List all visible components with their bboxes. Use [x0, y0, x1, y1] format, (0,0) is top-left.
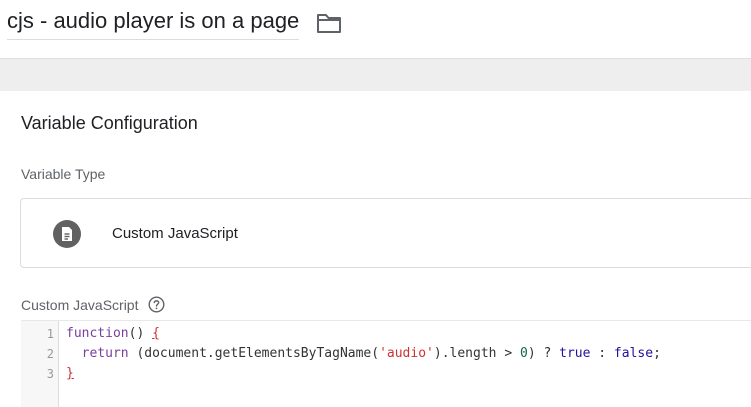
title-wrap: cjs - audio player is on a page	[7, 5, 342, 41]
code-token: {	[152, 326, 160, 341]
custom-javascript-label-text: Custom JavaScript	[21, 296, 139, 313]
code-line: function() {	[66, 324, 160, 344]
line-number-gutter: 1 2 3	[21, 321, 59, 407]
variable-type-label: Variable Type	[21, 166, 106, 182]
code-token: 0	[519, 346, 528, 361]
folder-icon[interactable]	[316, 12, 342, 34]
code-token: )	[527, 346, 544, 361]
variable-type-name: Custom JavaScript	[112, 225, 238, 242]
code-token: (document.getElementsByTagName(	[128, 346, 380, 361]
code-token: false	[613, 346, 654, 361]
header: cjs - audio player is on a page	[0, 0, 751, 58]
line-number: 3	[46, 367, 54, 381]
code-token: ()	[128, 326, 153, 341]
code-token: >	[504, 346, 513, 361]
code-editor[interactable]: 1 2 3 function() { return (document.getEle…	[21, 320, 751, 407]
custom-javascript-label: Custom JavaScript	[21, 296, 165, 313]
code-token: return	[81, 346, 129, 361]
code-token: 'audio'	[379, 346, 434, 361]
code-token: function	[66, 326, 129, 341]
variable-configuration-card: Variable Configuration Variable Type Cus…	[0, 91, 751, 407]
code-token: true	[559, 346, 591, 361]
code-line: return (document.getElementsByTagName('a…	[66, 344, 661, 364]
help-circle-icon[interactable]	[148, 296, 165, 313]
code-token: ;	[653, 346, 661, 361]
code-token: :	[598, 346, 607, 361]
code-line: }	[66, 364, 74, 384]
document-icon	[53, 220, 81, 248]
line-number: 1	[46, 327, 54, 341]
line-number: 2	[46, 347, 54, 361]
card-title: Variable Configuration	[21, 113, 198, 133]
header-divider-band	[0, 58, 751, 92]
variable-name-input[interactable]: cjs - audio player is on a page	[7, 6, 300, 40]
code-token: ).length	[433, 346, 505, 361]
code-token: }	[66, 366, 74, 381]
variable-type-selector[interactable]: Custom JavaScript	[20, 198, 751, 268]
page: cjs - audio player is on a page Variable…	[0, 0, 751, 407]
